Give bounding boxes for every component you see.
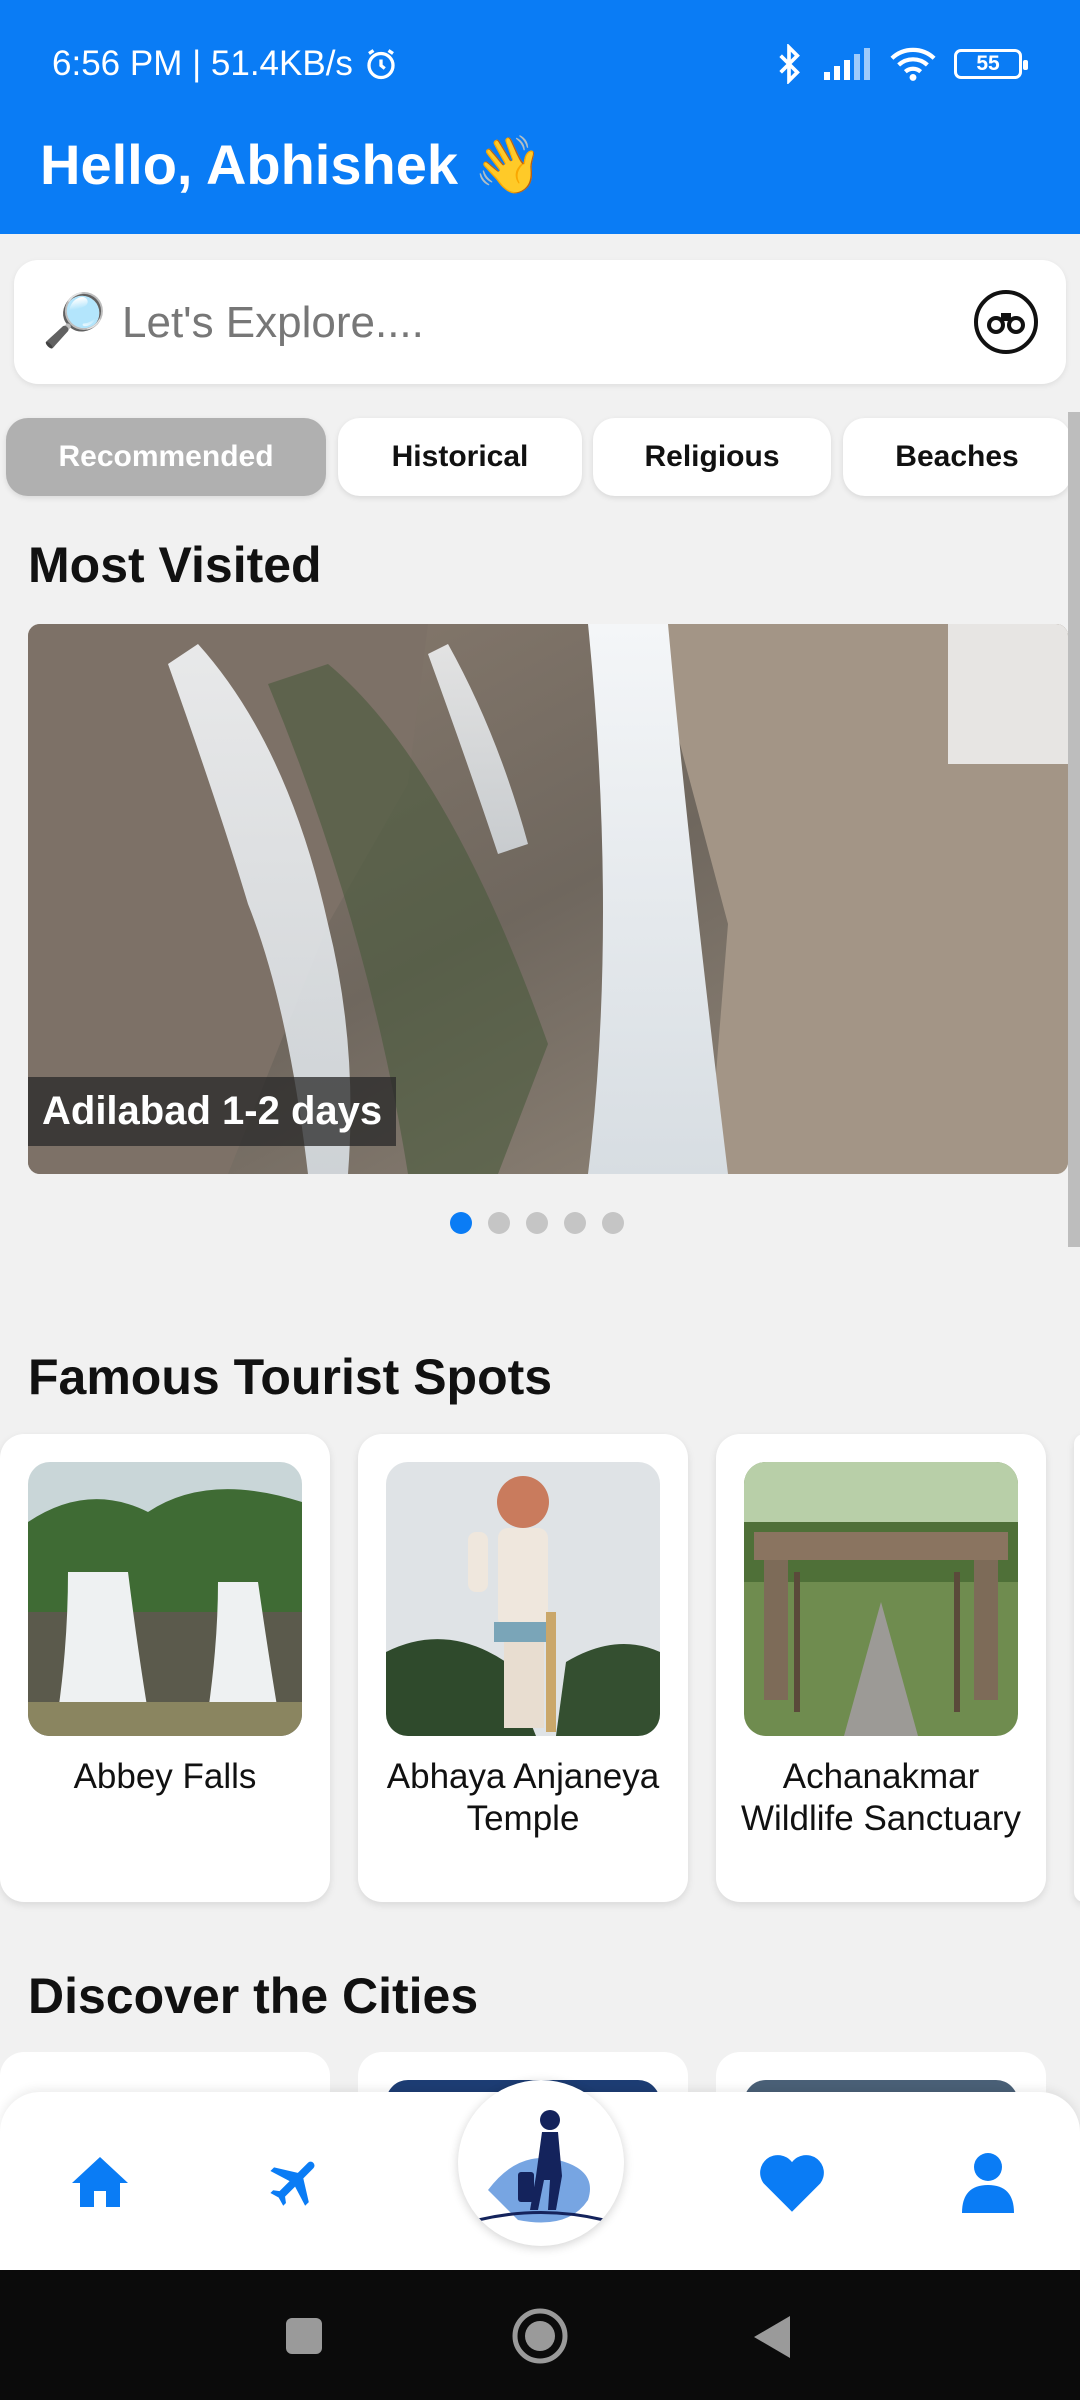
nav-home[interactable] [60,2142,140,2222]
status-bar-time: 6:56 PM | 51.4KB/s [52,44,399,84]
user-icon [962,2153,1014,2213]
spot-name: Achanakmar Wildlife Sanctuary [740,1757,1022,1838]
status-bar-icons: 55 [774,44,1028,84]
tourist-spot-card[interactable]: Abbey Falls [0,1434,330,1902]
most-visited-carousel[interactable]: Adilabad 1-2 days [28,624,1068,1174]
back-button[interactable] [752,2314,792,2360]
chip-religious[interactable]: Religious [593,418,831,496]
search-icon: 🔎 [42,292,107,350]
home-button[interactable] [510,2306,570,2366]
recents-button[interactable] [284,2316,324,2356]
nav-profile[interactable] [948,2142,1028,2222]
system-navigation-bar [0,2270,1080,2400]
tourist-spots-title: Famous Tourist Spots [28,1349,553,1405]
carousel-dot[interactable] [602,1212,624,1234]
bottom-navigation [0,2080,1080,2270]
carousel-dot[interactable] [450,1212,472,1234]
tourist-spot-card[interactable] [1074,1434,1080,1902]
home-icon [72,2157,128,2207]
search-bar[interactable]: 🔎 Let's Explore.... [14,260,1066,384]
nav-explore[interactable] [458,2080,624,2246]
binoculars-button[interactable] [974,290,1038,354]
carousel-caption: Adilabad 1-2 days [28,1077,397,1146]
alarm-icon [367,49,395,80]
cities-title: Discover the Cities [28,1968,479,2024]
chip-recommended[interactable]: Recommended [6,418,326,496]
chip-beaches[interactable]: Beaches [843,418,1071,496]
carousel-dots [450,1212,624,1234]
plane-icon [270,2161,315,2206]
scrollbar[interactable] [1068,412,1080,1247]
spot-name: Abbey Falls [73,1757,257,1796]
wifi-icon [890,47,936,81]
carousel-dot[interactable] [526,1212,548,1234]
nav-favorites[interactable] [752,2142,832,2222]
spot-image [28,1462,302,1736]
battery-indicator: 55 [954,49,1028,79]
spot-name: Abhaya Anjaneya Temple [386,1757,660,1838]
heart-icon [760,2155,824,2212]
binoculars-icon [987,313,1025,334]
nav-trips[interactable] [256,2142,336,2222]
chip-historical[interactable]: Historical [338,418,582,496]
status-time-text: 6:56 PM | 51.4KB/s [52,44,353,83]
spot-image [386,1462,660,1736]
carousel-dot[interactable] [564,1212,586,1234]
app-header: 6:56 PM | 51.4KB/s 55 Hello, Abhishek 👋 [0,0,1080,234]
tourist-spot-card[interactable]: Abhaya Anjaneya Temple [358,1434,688,1902]
tourist-spot-card[interactable]: Achanakmar Wildlife Sanctuary [716,1434,1046,1902]
carousel-dot[interactable] [488,1212,510,1234]
signal-icon [824,48,870,80]
spot-image [744,1462,1018,1736]
traveler-logo [477,2110,605,2223]
greeting-title: Hello, Abhishek 👋 [40,133,544,196]
search-input[interactable]: Let's Explore.... [122,298,424,348]
most-visited-title: Most Visited [28,537,322,593]
bluetooth-icon [779,44,800,84]
